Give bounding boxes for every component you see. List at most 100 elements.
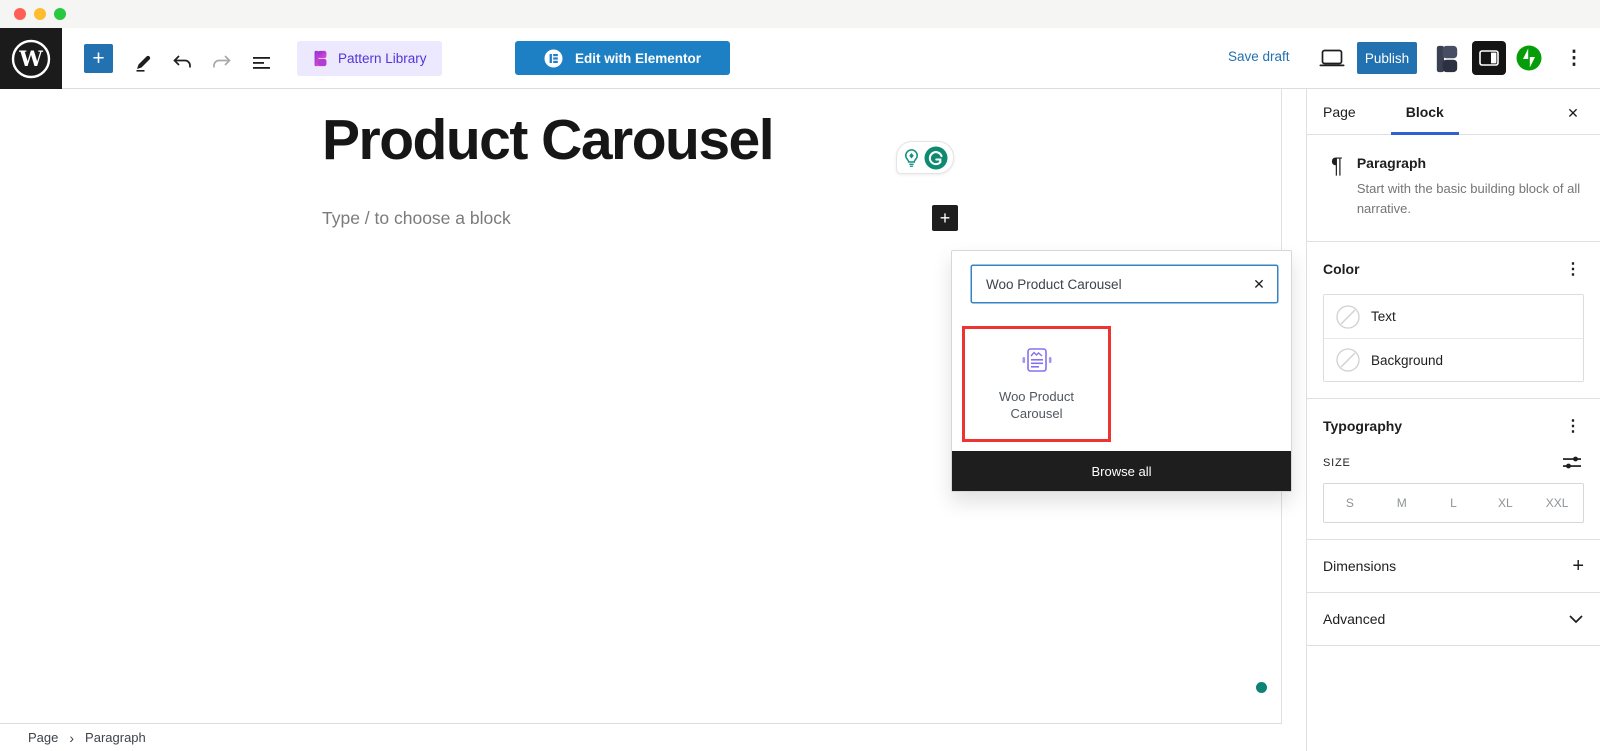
dimensions-panel-toggle[interactable]: Dimensions +	[1307, 540, 1600, 594]
grammarly-suggestion-bulb-icon	[902, 148, 921, 168]
wordpress-logo-button[interactable]: W	[0, 28, 62, 90]
font-size-segmented-control: S M L XL XXL	[1323, 483, 1584, 524]
empty-color-swatch-icon	[1336, 348, 1360, 372]
advanced-panel-toggle[interactable]: Advanced	[1307, 593, 1600, 647]
font-size-row: SIZE	[1323, 453, 1584, 473]
font-size-xxl[interactable]: XXL	[1531, 484, 1583, 522]
window-zoom-button[interactable]	[54, 8, 66, 20]
essential-blocks-logo-icon	[1431, 43, 1463, 75]
pattern-library-label: Pattern Library	[338, 51, 427, 66]
kebab-icon: ⋮	[1565, 261, 1581, 279]
color-panel: Color ⋮ Text Background	[1307, 242, 1600, 400]
window-titlebar	[0, 0, 1600, 28]
block-result-label: Woo Product Carousel	[999, 389, 1074, 421]
typography-panel-header: Typography ⋮	[1323, 415, 1584, 437]
undo-icon	[171, 53, 193, 73]
settings-sidebar-toggle-button[interactable]	[1472, 41, 1506, 75]
block-description: Start with the basic building block of a…	[1356, 181, 1581, 217]
plus-icon: +	[1572, 555, 1584, 578]
color-panel-title: Color	[1323, 261, 1360, 278]
essential-blocks-button[interactable]	[1431, 43, 1463, 75]
block-search-input[interactable]	[971, 265, 1278, 303]
options-menu-button[interactable]: ⋮	[1562, 45, 1586, 71]
kebab-icon: ⋮	[1564, 47, 1584, 69]
tab-page[interactable]: Page	[1323, 89, 1371, 134]
breadcrumb-page[interactable]: Page	[28, 730, 58, 745]
block-inserter-popover: ✕ Woo Product Carousel Browse all	[951, 250, 1292, 492]
edit-with-elementor-button[interactable]: Edit with Elementor	[515, 41, 730, 75]
breadcrumb-bar: Page › Paragraph	[0, 723, 1282, 751]
color-options-button[interactable]: ⋮	[1562, 258, 1584, 280]
post-title-input[interactable]: Product Carousel	[322, 107, 775, 173]
elementor-button-label: Edit with Elementor	[574, 50, 701, 66]
empty-block-placeholder[interactable]: Type / to choose a block	[322, 208, 511, 229]
pencil-icon	[133, 53, 153, 73]
font-size-m[interactable]: M	[1376, 484, 1428, 522]
publish-button[interactable]: Publish	[1357, 42, 1417, 74]
color-row-text[interactable]: Text	[1324, 295, 1583, 339]
advanced-title: Advanced	[1323, 611, 1386, 628]
plus-icon: +	[939, 208, 951, 228]
color-row-label: Background	[1371, 352, 1444, 368]
close-icon: ✕	[1253, 275, 1265, 292]
typography-panel: Typography ⋮ SIZE S M L XL XXL	[1307, 399, 1600, 541]
window-close-button[interactable]	[14, 8, 26, 20]
tools-button[interactable]	[132, 52, 154, 74]
wordpress-block-editor: W + Pattern Library Edit with Elementor …	[0, 0, 1600, 751]
sliders-icon	[1562, 454, 1584, 472]
breadcrumb-paragraph[interactable]: Paragraph	[85, 730, 146, 745]
block-info-card: ¶ Paragraph Start with the basic buildin…	[1307, 135, 1600, 243]
browse-all-button[interactable]: Browse all	[952, 451, 1291, 491]
jetpack-icon	[1516, 45, 1542, 71]
color-row-label: Text	[1371, 309, 1396, 325]
svg-text:W: W	[18, 46, 43, 71]
close-sidebar-button[interactable]: ✕	[1562, 102, 1584, 124]
undo-button[interactable]	[171, 52, 193, 74]
empty-color-swatch-icon	[1336, 305, 1360, 329]
grammarly-widget[interactable]	[896, 141, 954, 174]
sidebar-panel-icon	[1479, 50, 1499, 66]
wordpress-icon: W	[9, 37, 53, 81]
save-draft-button[interactable]: Save draft	[1228, 49, 1290, 64]
laptop-icon	[1318, 48, 1346, 70]
grammarly-status-dot	[1256, 682, 1267, 693]
tab-block[interactable]: Block	[1390, 89, 1459, 135]
color-row-background[interactable]: Background	[1324, 338, 1583, 382]
breadcrumb-chevron-icon: ›	[69, 729, 75, 746]
clear-search-button[interactable]: ✕	[1249, 274, 1269, 294]
color-panel-header: Color ⋮	[1323, 258, 1584, 280]
window-minimize-button[interactable]	[34, 8, 46, 20]
editor-toolbar: W + Pattern Library Edit with Elementor …	[0, 28, 1600, 90]
add-block-button[interactable]: +	[932, 205, 958, 231]
list-view-button[interactable]	[251, 52, 273, 74]
color-items-list: Text Background	[1323, 294, 1584, 383]
chevron-down-icon	[1568, 614, 1584, 624]
list-view-icon	[252, 54, 272, 72]
grammarly-logo-icon	[924, 146, 948, 170]
plus-icon: +	[92, 47, 105, 70]
redo-icon	[211, 53, 233, 73]
font-size-s[interactable]: S	[1324, 484, 1376, 522]
sidebar-tabs: Page Block ✕	[1307, 89, 1600, 135]
paragraph-block-icon: ¶	[1331, 153, 1343, 178]
preview-button[interactable]	[1318, 48, 1346, 70]
elementor-icon	[544, 49, 563, 68]
block-result-woo-product-carousel[interactable]: Woo Product Carousel	[962, 326, 1111, 442]
block-search-field-wrap: ✕	[971, 265, 1278, 303]
custom-size-button[interactable]	[1562, 453, 1584, 473]
dimensions-title: Dimensions	[1323, 558, 1397, 575]
block-info-text: Paragraph Start with the basic building …	[1357, 155, 1585, 219]
font-size-xl[interactable]: XL	[1479, 484, 1531, 522]
pattern-library-logo-icon	[312, 50, 329, 67]
woo-product-carousel-block-icon	[1020, 346, 1054, 376]
redo-button-disabled[interactable]	[211, 52, 233, 74]
kebab-icon: ⋮	[1565, 418, 1581, 436]
pattern-library-button[interactable]: Pattern Library	[297, 41, 442, 76]
block-name: Paragraph	[1356, 155, 1427, 171]
typography-options-button[interactable]: ⋮	[1562, 415, 1584, 437]
jetpack-button[interactable]	[1516, 45, 1542, 71]
typography-panel-title: Typography	[1323, 418, 1403, 435]
font-size-l[interactable]: L	[1428, 484, 1480, 522]
size-label: SIZE	[1323, 457, 1351, 470]
block-inserter-toggle-button[interactable]: +	[84, 44, 113, 73]
